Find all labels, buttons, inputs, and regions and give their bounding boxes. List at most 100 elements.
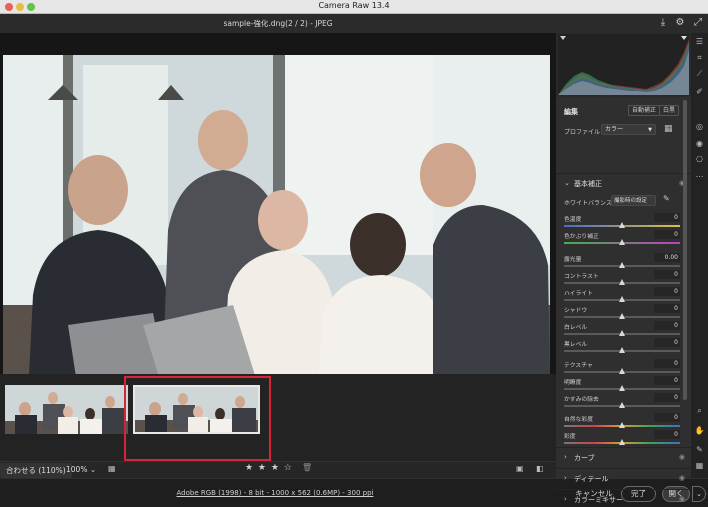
basic-section-header[interactable]: ⌄ 基本補正 ◉ <box>556 173 691 193</box>
gear-icon[interactable]: ⚙ <box>674 17 686 29</box>
white-balance-select[interactable]: 撮影時の設定 <box>611 195 656 206</box>
edit-panel-content: 編集 自動補正 白黒 プロファイル カラー ▼ ▦ ⌄ 基本補正 ◉ ホワイトバ… <box>556 97 691 504</box>
slider-thumb[interactable] <box>619 368 625 374</box>
section-header-2[interactable]: › ディテール ◉ <box>556 468 691 488</box>
filmstrip-toggle-icon[interactable]: ▦ <box>108 464 116 473</box>
slider-thumb[interactable] <box>619 313 625 319</box>
slider-value-field[interactable]: 0 <box>654 359 680 368</box>
slider-thumb[interactable] <box>619 262 625 268</box>
chevron-right-icon: › <box>564 474 567 482</box>
zoom-dropdown[interactable]: 100% ⌄ <box>66 465 96 474</box>
eye-icon[interactable]: ◉ <box>679 495 685 503</box>
slider-thumb[interactable] <box>619 422 625 428</box>
slider-label: テクスチャ <box>564 363 593 369</box>
title-bar: Camera Raw 13.4 <box>0 0 708 14</box>
eye-icon[interactable]: ◉ <box>679 453 685 461</box>
profile-browser-icon[interactable]: ▦ <box>664 124 673 134</box>
presets-icon[interactable]: ◉ <box>691 139 708 148</box>
panel-scrollbar[interactable] <box>683 100 687 400</box>
fit-zoom-button[interactable]: 合わせる (110%) <box>0 463 72 478</box>
star-rating[interactable]: ★ ★ ★ ☆ <box>245 463 293 473</box>
slider-thumb[interactable] <box>619 279 625 285</box>
slider-label: 色温度 <box>564 217 582 223</box>
heal-brush-icon[interactable]: ⟋ <box>691 69 708 79</box>
slider-label: シャドウ <box>564 308 588 314</box>
section-header-3[interactable]: › カラーミキサー ◉ <box>556 489 691 507</box>
slider-label: 明瞭度 <box>564 380 582 386</box>
eye-icon[interactable]: ◉ <box>679 474 685 482</box>
slider-value-field[interactable]: 0 <box>654 393 680 402</box>
section-label: カーブ <box>574 454 595 462</box>
slider-value-field[interactable]: 0 <box>654 213 680 222</box>
slider-3[interactable]: 露光量 0.00 <box>564 253 680 270</box>
slider-value-field[interactable]: 0.00 <box>654 253 680 262</box>
slider-value-field[interactable]: 0 <box>654 230 680 239</box>
slider-7[interactable]: 白レベル 0 <box>564 321 680 338</box>
slider-13[interactable]: 彩度 0 <box>564 430 680 447</box>
document-bar: sample-強化.dng(2 / 2) - JPEG ⤓ ⚙ ⤢ <box>0 14 708 33</box>
more-icon[interactable]: ⋯ <box>691 172 708 181</box>
slider-2[interactable]: 色かぶり補正 0 <box>564 230 680 247</box>
slider-5[interactable]: ハイライト 0 <box>564 287 680 304</box>
slider-thumb[interactable] <box>619 239 625 245</box>
slider-value-field[interactable]: 0 <box>654 304 680 313</box>
slider-thumb[interactable] <box>619 296 625 302</box>
slider-thumb[interactable] <box>619 385 625 391</box>
mask-icon[interactable]: ✐ <box>691 87 708 96</box>
slider-value-field[interactable]: 0 <box>654 321 680 330</box>
slider-thumb[interactable] <box>619 330 625 336</box>
zoom-icon[interactable]: ⌕ <box>691 406 708 416</box>
slider-12[interactable]: 自然な彩度 0 <box>564 413 680 430</box>
slider-8[interactable]: 黒レベル 0 <box>564 338 680 355</box>
image-canvas[interactable] <box>0 33 556 395</box>
slider-value-field[interactable]: 0 <box>654 338 680 347</box>
slider-4[interactable]: コントラスト 0 <box>564 270 680 287</box>
profile-select[interactable]: カラー ▼ <box>601 124 656 135</box>
expand-icon[interactable]: ⤢ <box>692 17 704 29</box>
slider-label: ハイライト <box>564 291 593 297</box>
slider-value-field[interactable]: 0 <box>654 376 680 385</box>
selection-highlight <box>124 376 271 461</box>
eyedropper-icon[interactable]: ✎ <box>663 194 670 203</box>
hand-icon[interactable]: ✋ <box>691 426 708 435</box>
section-header-1[interactable]: › カーブ ◉ <box>556 447 691 467</box>
filmstrip-thumbnail-1[interactable] <box>5 385 128 434</box>
profile-label: プロファイル <box>564 129 601 136</box>
grid-overlay-icon[interactable]: ▦ <box>691 461 708 470</box>
chevron-right-icon: › <box>564 453 567 461</box>
slider-value-field[interactable]: 0 <box>654 270 680 279</box>
single-view-icon[interactable]: ▣ <box>516 464 524 473</box>
slider-6[interactable]: シャドウ 0 <box>564 304 680 321</box>
black-white-button[interactable]: 白黒 <box>659 105 680 116</box>
slider-9[interactable]: テクスチャ 0 <box>564 359 680 376</box>
workflow-options-link[interactable]: Adobe RGB (1998) - 8 bit - 1000 x 562 (0… <box>0 489 550 497</box>
open-options-button[interactable]: ⌄ <box>692 486 706 502</box>
main-photo <box>3 55 550 395</box>
slider-thumb[interactable] <box>619 347 625 353</box>
slider-value-field[interactable]: 0 <box>654 413 680 422</box>
slider-thumb[interactable] <box>619 439 625 445</box>
slider-10[interactable]: 明瞭度 0 <box>564 376 680 393</box>
slider-11[interactable]: かすみの除去 0 <box>564 393 680 410</box>
document-title: sample-強化.dng(2 / 2) - JPEG <box>223 19 333 28</box>
slider-thumb[interactable] <box>619 222 625 228</box>
app-title: Camera Raw 13.4 <box>318 1 390 10</box>
slider-1[interactable]: 色温度 0 <box>564 213 680 230</box>
slider-label: 黒レベル <box>564 342 588 348</box>
color-sampler-icon[interactable]: ✎ <box>691 445 708 454</box>
snapshots-icon[interactable]: ⎔ <box>691 155 708 164</box>
red-eye-icon[interactable]: ◎ <box>691 122 708 131</box>
section-label: カラーミキサー <box>574 496 623 504</box>
edit-sliders-icon[interactable]: ☰ <box>691 37 708 46</box>
edit-panel: 編集 自動補正 白黒 プロファイル カラー ▼ ▦ ⌄ 基本補正 ◉ ホワイトバ… <box>556 33 691 504</box>
before-after-icon[interactable]: ◧ <box>536 464 544 473</box>
section-label: ディテール <box>574 475 609 483</box>
crop-icon[interactable]: ⌗ <box>691 53 708 63</box>
download-icon[interactable]: ⤓ <box>657 17 669 29</box>
trash-icon[interactable]: 🗑 <box>302 463 312 472</box>
slider-label: 自然な彩度 <box>564 417 593 423</box>
auto-button[interactable]: 自動補正 <box>628 105 661 116</box>
slider-value-field[interactable]: 0 <box>654 287 680 296</box>
slider-value-field[interactable]: 0 <box>654 430 680 439</box>
slider-thumb[interactable] <box>619 402 625 408</box>
